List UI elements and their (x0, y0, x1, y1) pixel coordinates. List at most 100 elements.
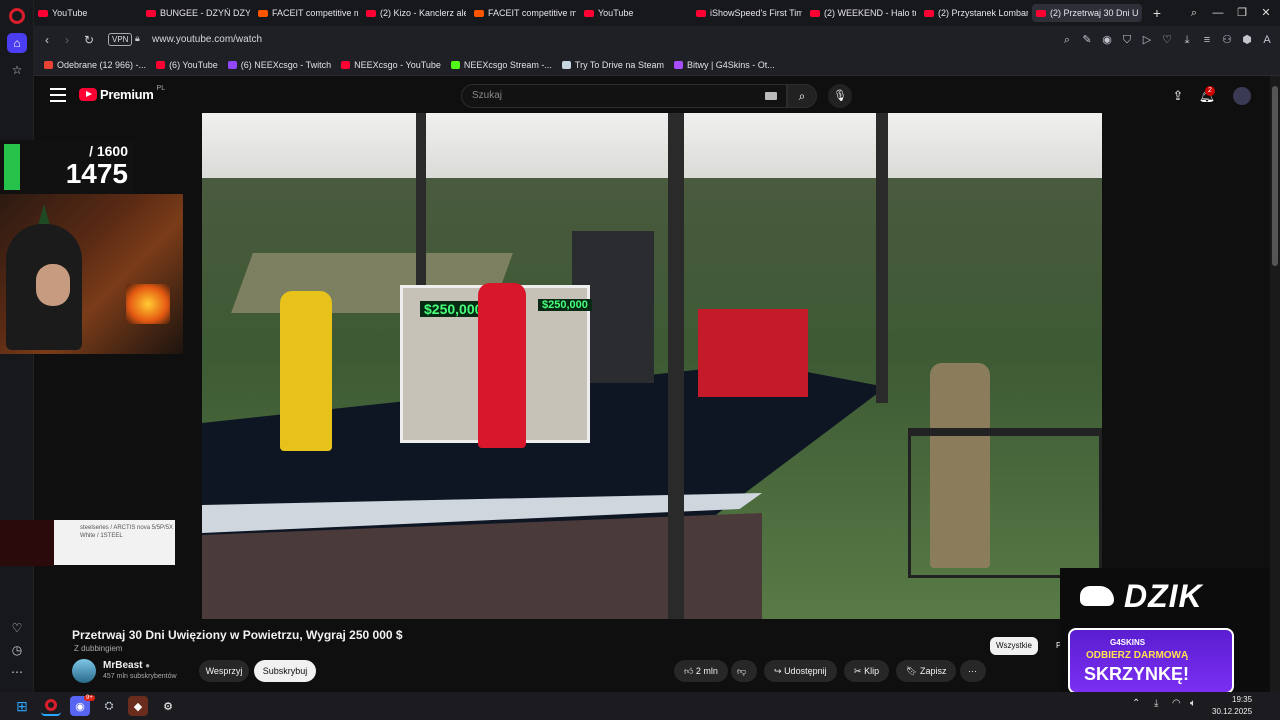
video-title: Przetrwaj 30 Dni Uwięziony w Powietrzu, … (72, 628, 403, 642)
upload-icon[interactable]: ⇪ (1168, 86, 1188, 106)
maximize-button[interactable]: ❐ (1232, 4, 1252, 22)
tab-8[interactable]: (2) Przystanek Lombard (920, 4, 1028, 22)
time: 19:35 (1232, 695, 1253, 704)
channel-avatar[interactable] (72, 659, 96, 683)
channel-name[interactable]: MrBeast ● (103, 660, 150, 671)
opera-taskbar-icon[interactable] (41, 696, 61, 716)
tab-0[interactable]: YouTube (34, 4, 138, 22)
bookmark-label: Try To Drive na Steam (574, 59, 664, 70)
hamburger-menu-icon[interactable] (50, 88, 66, 102)
tab-3[interactable]: (2) Kizo - Kanclerz ale to (362, 4, 466, 22)
bookmark-icon: 🔖︎ (906, 666, 918, 676)
bookmark-item[interactable]: NEEXcsgo - YouTube (341, 60, 441, 70)
tab-9-active[interactable]: (2) Przetrwaj 30 Dni U (1032, 4, 1142, 22)
like-button[interactable]: 👍︎ 2 mln (674, 660, 728, 682)
headset-image (0, 520, 54, 566)
tab-7[interactable]: (2) WEEKEND - Halo tu L (806, 4, 916, 22)
bookmark-item[interactable]: Try To Drive na Steam (561, 59, 664, 70)
more-icon[interactable]: ⋯ (7, 662, 27, 682)
minimize-button[interactable]: — (1208, 4, 1228, 22)
notification-badge: 2 (1205, 86, 1215, 96)
youtube-icon (341, 60, 351, 69)
like-count: 2 mln (695, 666, 718, 676)
home-icon[interactable]: ⌂ (7, 33, 27, 53)
profile-icon[interactable]: ⚇ (1220, 31, 1234, 49)
back-button[interactable]: ‹ (38, 31, 56, 49)
bookmark-label: Bitwy | G4Skins - Ot... (686, 59, 775, 70)
wifi-icon[interactable]: ◠ (1172, 698, 1181, 709)
zoom-icon[interactable]: ⌕ (1060, 31, 1074, 49)
forward-button[interactable]: › (58, 31, 76, 49)
account-avatar[interactable] (1233, 87, 1251, 105)
tab-label: (2) WEEKEND - Halo tu L (824, 8, 916, 18)
share-button[interactable]: ↪ Udostępnij (764, 660, 837, 682)
chip-all[interactable]: Wszystkie (990, 637, 1038, 655)
youtube-logo[interactable]: Premium PL (79, 85, 165, 102)
opera-logo-icon[interactable] (9, 8, 25, 24)
lock-icon[interactable]: 🔒︎ (135, 33, 145, 45)
play-icon[interactable]: ▷ (1140, 31, 1154, 49)
fireplace (126, 284, 170, 324)
edit-icon[interactable]: ✎ (1080, 31, 1094, 49)
heart-icon[interactable]: ♡ (1160, 31, 1174, 49)
download-tray-icon[interactable]: ⤓ (1154, 698, 1158, 709)
search-input[interactable]: Szukaj (461, 84, 787, 108)
shield-icon[interactable]: ⛉ (1120, 31, 1134, 49)
steam-icon[interactable]: ⛭ (99, 696, 119, 716)
new-tab-button[interactable]: + (1148, 4, 1166, 22)
join-button[interactable]: Wesprzyj (199, 660, 249, 682)
close-button[interactable]: ✕ (1256, 4, 1276, 22)
video-player[interactable]: $250,000 $250,000 (202, 113, 1102, 619)
bookmark-item[interactable]: Odebrane (12 966) -... (44, 60, 146, 70)
heart-icon[interactable]: ♡ (7, 618, 27, 638)
youtube-header: Premium PL Szukaj ⌕ 🎙︎ ⇪ 🔔︎ 2 (34, 76, 1270, 116)
url-field[interactable]: www.youtube.com/watch (152, 34, 262, 45)
microphone-icon[interactable]: 🎙︎ (828, 84, 852, 108)
settings-icon[interactable]: ⚙ (158, 696, 178, 716)
tab-5[interactable]: YouTube (580, 4, 684, 22)
bookmark-label: (6) YouTube (169, 59, 218, 70)
ad-line-1: ODBIERZ DARMOWĄ (1086, 650, 1189, 661)
tab-label: (2) Przystanek Lombard (938, 8, 1028, 18)
menu-icon[interactable]: ≡ (1200, 31, 1214, 49)
history-icon[interactable]: ◷ (7, 640, 27, 660)
dislike-button[interactable]: 👎︎ (731, 660, 757, 682)
cube-icon[interactable]: ⬢ (1240, 31, 1254, 49)
more-actions-button[interactable]: ⋯ (960, 660, 986, 682)
star-icon[interactable]: ☆ (7, 60, 27, 80)
bookmark-item[interactable]: Bitwy | G4Skins - Ot... (673, 59, 775, 70)
scrollbar-thumb[interactable] (1272, 86, 1278, 266)
save-button[interactable]: 🔖︎ Zapisz (896, 660, 957, 682)
reload-button[interactable]: ↻ (80, 31, 98, 49)
tab-4[interactable]: FACEIT competitive matc (470, 4, 576, 22)
windows-start-icon[interactable]: ⊞ (12, 696, 32, 716)
clip-button[interactable]: ✂ Klip (844, 660, 890, 682)
chevron-up-icon[interactable]: ⌃ (1132, 698, 1140, 709)
tab-6[interactable]: iShowSpeed's First Time (692, 4, 802, 22)
subscriber-count: 457 mln subskrybentów (103, 673, 177, 680)
volume-icon[interactable]: 🔈︎ (1190, 698, 1196, 709)
keyboard-icon[interactable] (765, 92, 777, 100)
app-icon[interactable]: ◆ (128, 696, 148, 716)
search-button[interactable]: ⌕ (787, 84, 817, 108)
bookmark-item[interactable]: (6) NEEXcsgo - Twitch (227, 60, 331, 70)
boar-icon (1080, 586, 1114, 606)
subscribe-button[interactable]: Subskrybuj (254, 660, 316, 682)
tab-2[interactable]: FACEIT competitive matc (254, 4, 358, 22)
ai-icon[interactable]: A (1260, 31, 1274, 49)
download-icon[interactable]: ⤓ (1180, 31, 1194, 49)
bookmark-item[interactable]: NEEXcsgo Stream -... (450, 60, 552, 70)
date: 30.12.2025 (1212, 707, 1253, 716)
page-scrollbar[interactable] (1270, 76, 1280, 692)
tab-label: BUNGEE - DZYŃ DZYŃ D (160, 8, 250, 18)
verified-icon: ● (145, 661, 151, 670)
tab-1[interactable]: BUNGEE - DZYŃ DZYŃ D (142, 4, 250, 22)
search-tabs-icon[interactable]: ⌕ (1184, 4, 1204, 22)
bookmark-item[interactable]: (6) YouTube (156, 60, 218, 70)
crane-pole (668, 113, 684, 619)
camera-icon[interactable]: ◉ (1100, 31, 1114, 49)
bookmark-label: NEEXcsgo - YouTube (354, 59, 441, 70)
clock[interactable]: 19:35 30.12.2025 (1212, 694, 1252, 718)
youtube-favicon-icon (810, 9, 820, 17)
vpn-badge[interactable]: VPN (108, 33, 133, 46)
